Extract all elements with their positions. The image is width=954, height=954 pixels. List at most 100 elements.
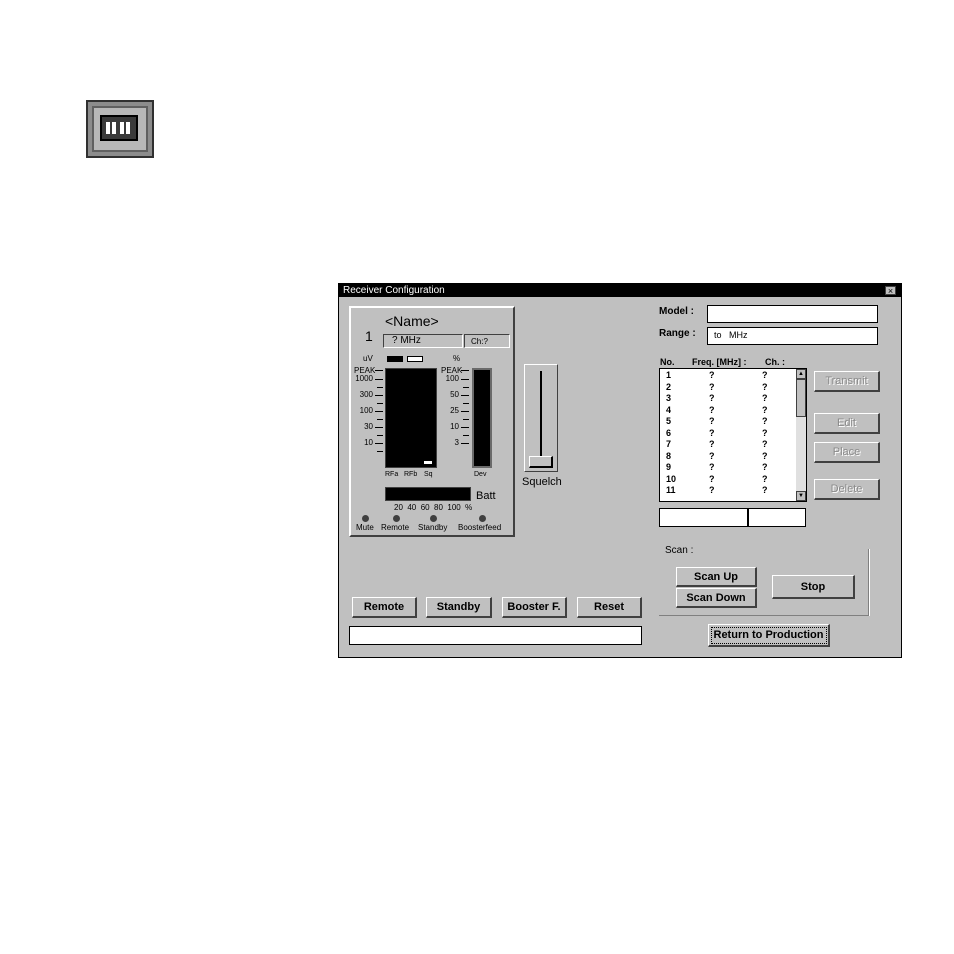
row-channel: ? <box>762 450 768 461</box>
col-header-ch: Ch. : <box>765 357 785 367</box>
deviation-meter <box>472 368 492 468</box>
edit-button[interactable]: Edit <box>814 413 880 434</box>
scan-down-button[interactable]: Scan Down <box>676 588 757 608</box>
col-header-no: No. <box>660 357 675 367</box>
preset-freq-field[interactable] <box>659 508 748 527</box>
percent-label: % <box>453 354 461 363</box>
row-number: 9 <box>666 462 672 472</box>
standby-button[interactable]: Standby <box>426 597 492 618</box>
row-number: 2 <box>666 381 672 392</box>
row-freq: ? <box>709 370 715 380</box>
remote-label: Remote <box>381 523 410 532</box>
place-button[interactable]: Place <box>814 442 880 463</box>
row-channel: ? <box>762 439 768 449</box>
table-row[interactable]: 7?? <box>660 439 796 451</box>
row-freq: ? <box>709 450 715 461</box>
frequency-display: ? MHz <box>383 334 463 348</box>
scroll-down-button[interactable]: ▼ <box>796 491 806 501</box>
scroll-thumb[interactable] <box>796 379 806 417</box>
scale-left-10: 10 <box>364 438 373 447</box>
row-number: 1 <box>666 370 672 380</box>
channel-display: Ch:? <box>464 334 510 348</box>
row-number: 5 <box>666 416 672 426</box>
reset-button[interactable]: Reset <box>577 597 642 618</box>
table-row[interactable]: 3?? <box>660 393 796 405</box>
row-freq: ? <box>709 485 715 495</box>
row-freq: ? <box>709 462 715 472</box>
scale-right-50: 50 <box>450 390 459 399</box>
transmit-button[interactable]: Transmit <box>814 371 880 392</box>
row-freq: ? <box>709 416 715 426</box>
sq-label: Sq <box>424 471 433 478</box>
window-title: Receiver Configuration <box>343 285 445 296</box>
stop-button[interactable]: Stop <box>772 575 855 599</box>
standby-label: Standby <box>418 523 448 532</box>
row-channel: ? <box>762 404 768 415</box>
model-label: Model : <box>659 306 694 317</box>
range-label: Range : <box>659 328 696 339</box>
scan-label: Scan : <box>665 545 694 556</box>
row-channel: ? <box>762 427 768 438</box>
scale-right-25: 25 <box>450 406 459 415</box>
scale-left-30: 30 <box>364 422 373 431</box>
close-icon[interactable]: × <box>885 286 896 296</box>
scale-left-100: 100 <box>359 406 373 415</box>
scan-up-button[interactable]: Scan Up <box>676 567 757 587</box>
table-row[interactable]: 10?? <box>660 474 796 486</box>
row-freq: ? <box>709 381 715 392</box>
standby-led <box>430 515 437 522</box>
scale-right-100: 100 <box>445 374 459 383</box>
table-row[interactable]: 9?? <box>660 462 796 474</box>
table-row[interactable]: 4?? <box>660 405 796 417</box>
rfb-label: RFb <box>404 471 418 478</box>
row-freq: ? <box>709 439 715 449</box>
row-channel: ? <box>762 416 768 426</box>
delete-button[interactable]: Delete <box>814 479 880 500</box>
scale-left-1000: 1000 <box>355 374 373 383</box>
antenna-a-indicator <box>387 356 403 362</box>
row-number: 10 <box>666 473 677 484</box>
remote-button[interactable]: Remote <box>352 597 417 618</box>
table-row[interactable]: 11?? <box>660 485 796 497</box>
uv-label: uV <box>363 354 373 363</box>
status-field[interactable] <box>349 626 642 645</box>
antenna-b-indicator <box>407 356 423 362</box>
squelch-label: Squelch <box>522 476 562 488</box>
scroll-up-button[interactable]: ▲ <box>796 369 806 379</box>
row-number: 7 <box>666 439 672 449</box>
table-row[interactable]: 5?? <box>660 416 796 428</box>
row-freq: ? <box>709 404 715 415</box>
batt-label: Batt <box>476 490 496 502</box>
battery-meter <box>385 487 471 501</box>
table-row[interactable]: 2?? <box>660 382 796 394</box>
model-field[interactable] <box>707 305 878 323</box>
title-bar[interactable]: Receiver Configuration × <box>339 284 901 297</box>
table-row[interactable]: 6?? <box>660 428 796 440</box>
squelch-slider[interactable] <box>524 364 558 472</box>
receiver-number: 1 <box>365 328 373 344</box>
table-row[interactable]: 1?? <box>660 370 796 382</box>
row-number: 6 <box>666 427 672 438</box>
booster-button[interactable]: Booster F. <box>502 597 567 618</box>
row-number: 4 <box>666 404 672 415</box>
row-freq: ? <box>709 393 715 403</box>
receiver-display-panel: 1 <Name> ? MHz Ch:? uV % PEAK 1000 300 1… <box>349 306 515 537</box>
receiver-config-window: Receiver Configuration × 1 <Name> ? MHz … <box>338 283 902 658</box>
row-channel: ? <box>762 473 768 484</box>
row-channel: ? <box>762 485 768 495</box>
return-to-production-button[interactable]: Return to Production <box>708 624 830 647</box>
mute-led <box>362 515 369 522</box>
squelch-slider-thumb[interactable] <box>529 456 553 468</box>
preset-channel-field[interactable] <box>748 508 806 527</box>
dev-label: Dev <box>474 471 487 478</box>
col-header-freq: Freq. [MHz] : <box>692 357 747 367</box>
row-channel: ? <box>762 370 768 380</box>
range-field[interactable]: to MHz <box>707 327 878 345</box>
preset-list[interactable]: 1?? 2?? 3?? 4?? 5?? 6?? 7?? 8?? 9?? 10?? 11?? ▲ ▼ <box>659 368 807 502</box>
row-channel: ? <box>762 381 768 392</box>
preset-list-scrollbar[interactable]: ▲ ▼ <box>796 369 806 501</box>
boosterfeed-label: Boosterfeed <box>458 523 502 532</box>
receiver-pair-icon[interactable] <box>86 100 154 158</box>
table-row[interactable]: 8?? <box>660 451 796 463</box>
scale-left-300: 300 <box>359 390 373 399</box>
